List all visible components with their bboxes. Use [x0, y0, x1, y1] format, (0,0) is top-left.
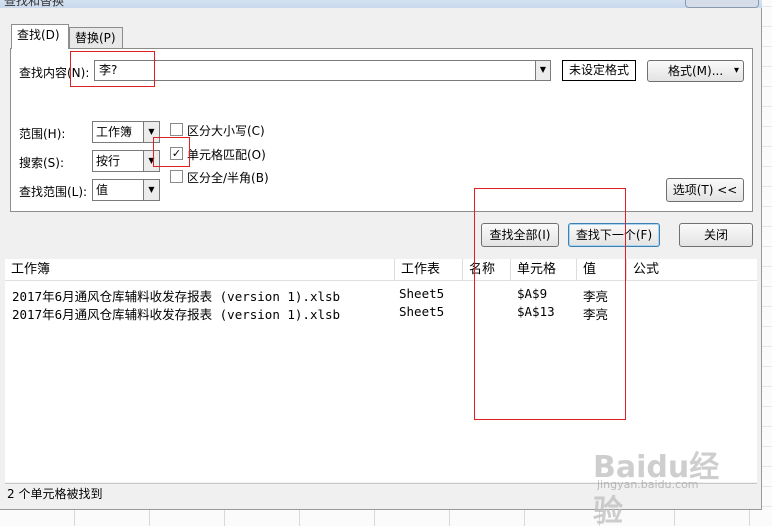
match-entire-cell-label: 单元格匹配(O): [187, 148, 266, 162]
row-workbook: 2017年6月通风仓库辅料收发存报表 (version 1).xlsb: [12, 307, 341, 322]
scope-select[interactable]: 工作簿 ▼: [92, 121, 160, 143]
column-value[interactable]: 值: [577, 259, 627, 281]
row-cell: $A$9: [517, 286, 548, 301]
tab-replace[interactable]: 替换(P): [69, 27, 123, 49]
row-sheet: Sheet5: [399, 286, 445, 301]
search-order-value: 按行: [96, 154, 121, 168]
column-sheet[interactable]: 工作表: [395, 259, 463, 281]
match-entire-cell-checkbox[interactable]: ✓: [170, 147, 183, 160]
checkmark-icon: ✓: [171, 147, 182, 160]
find-what-label: 查找内容(N):: [19, 66, 90, 80]
search-order-label: 搜索(S):: [19, 156, 65, 170]
match-byte-label: 区分全/半角(B): [187, 171, 269, 185]
chevron-down-icon: ▼: [143, 180, 159, 200]
chevron-down-icon: ▾: [733, 65, 739, 76]
scope-label: 范围(H):: [19, 127, 66, 141]
format-preview: 未设定格式: [562, 60, 636, 81]
find-what-input[interactable]: 李?: [94, 60, 536, 81]
window-close-button[interactable]: [685, 0, 759, 8]
column-name[interactable]: 名称: [463, 259, 511, 281]
search-order-select[interactable]: 按行 ▼: [92, 150, 160, 172]
find-replace-dialog: 查找和替换 替换(P) 查找(D) 查找内容(N): 李? ▼ 未设定格式 格式…: [0, 0, 762, 526]
match-case-label: 区分大小写(C): [187, 124, 265, 138]
row-cell: $A$13: [517, 304, 555, 319]
match-case-checkbox[interactable]: [170, 123, 183, 136]
chevron-down-icon: ▼: [143, 151, 159, 171]
scope-value: 工作簿: [96, 125, 133, 139]
status-bar: 2 个单元格被找到: [5, 483, 757, 504]
column-cell[interactable]: 单元格: [511, 259, 577, 281]
table-row[interactable]: 2017年6月通风仓库辅料收发存报表 (version 1).xlsb Shee…: [5, 302, 757, 322]
match-byte-checkbox[interactable]: [170, 170, 183, 183]
close-button[interactable]: 关闭: [679, 223, 753, 247]
results-list: 2017年6月通风仓库辅料收发存报表 (version 1).xlsb Shee…: [5, 281, 757, 482]
format-button[interactable]: 格式(M)... ▾: [647, 60, 744, 82]
column-formula[interactable]: 公式: [627, 259, 757, 281]
column-workbook[interactable]: 工作簿: [5, 259, 395, 281]
options-toggle-button[interactable]: 选项(T) <<: [666, 178, 744, 202]
window-title: 查找和替换: [4, 0, 65, 8]
tab-find[interactable]: 查找(D): [11, 24, 69, 49]
find-all-button[interactable]: 查找全部(I): [481, 223, 559, 247]
table-row[interactable]: 2017年6月通风仓库辅料收发存报表 (version 1).xlsb Shee…: [5, 284, 757, 304]
find-history-dropdown[interactable]: ▼: [535, 60, 551, 81]
look-in-select[interactable]: 值 ▼: [92, 179, 160, 201]
row-value: 李亮: [583, 307, 609, 322]
title-bar: 查找和替换: [0, 0, 762, 8]
find-next-button[interactable]: 查找下一个(F): [568, 223, 660, 247]
results-header: 工作簿 工作表 名称 单元格 值 公式: [5, 259, 757, 281]
look-in-label: 查找范围(L):: [19, 185, 88, 199]
chevron-down-icon: ▼: [143, 122, 159, 142]
row-sheet: Sheet5: [399, 304, 445, 319]
format-button-label: 格式(M)...: [668, 64, 724, 78]
look-in-value: 值: [96, 183, 109, 197]
